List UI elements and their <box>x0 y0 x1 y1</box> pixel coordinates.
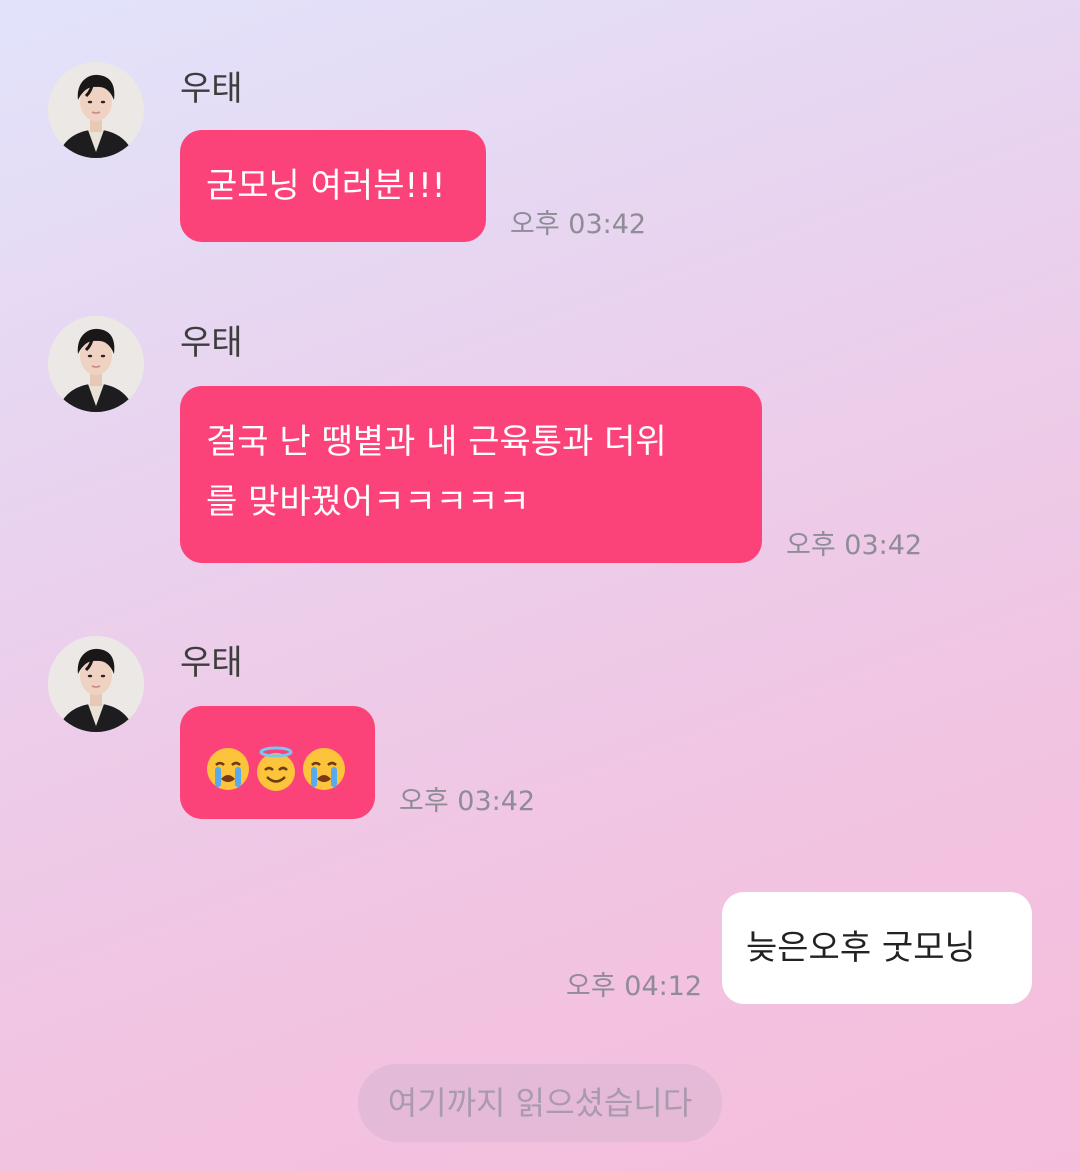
avatar[interactable] <box>48 636 144 732</box>
avatar[interactable] <box>48 316 144 412</box>
sender-name: 우태 <box>180 643 243 683</box>
avatar-photo-icon <box>48 316 144 412</box>
message-timestamp: 오후 03:42 <box>399 786 536 817</box>
message-bubble[interactable]: 굳모닝 여러분!!! <box>180 130 486 242</box>
crying-face-icon <box>204 745 252 793</box>
message-text-line: 를 맞바꿨어ㅋㅋㅋㅋㅋ <box>206 482 530 522</box>
message-timestamp: 오후 03:42 <box>510 209 647 240</box>
message-timestamp: 오후 03:42 <box>786 530 923 561</box>
message-bubble-outgoing[interactable]: 늦은오후 굿모닝 <box>722 892 1032 1004</box>
message-text-line: 결국 난 땡볕과 내 근육통과 더위 <box>206 422 667 462</box>
message-bubble[interactable]: 결국 난 땡볕과 내 근육통과 더위 를 맞바꿨어ㅋㅋㅋㅋㅋ <box>180 386 762 563</box>
sender-name: 우태 <box>180 323 243 363</box>
crying-face-icon <box>300 745 348 793</box>
message-bubble[interactable] <box>180 706 375 819</box>
avatar-photo-icon <box>48 62 144 158</box>
read-marker: 여기까지 읽으셨습니다 <box>358 1064 722 1142</box>
message-timestamp: 오후 04:12 <box>566 971 703 1002</box>
sender-name: 우태 <box>180 69 243 109</box>
message-text: 늦은오후 굿모닝 <box>746 928 976 968</box>
avatar[interactable] <box>48 62 144 158</box>
message-text: 굳모닝 여러분!!! <box>206 166 446 206</box>
avatar-photo-icon <box>48 636 144 732</box>
smiling-face-with-halo-icon <box>252 745 300 793</box>
